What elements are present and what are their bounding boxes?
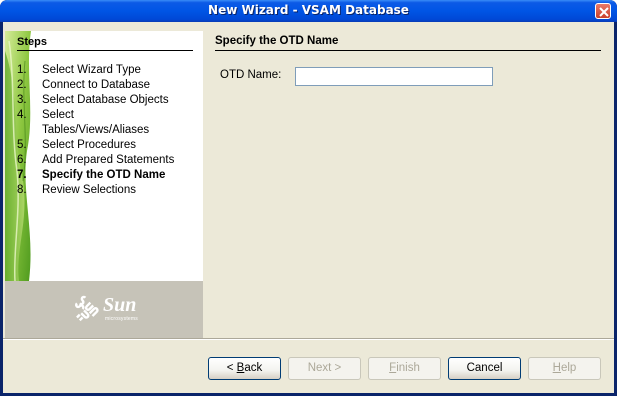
step-number: 6. <box>17 154 27 166</box>
sun-logo-subtext: microsystems <box>105 316 138 322</box>
button-separator <box>3 338 614 340</box>
close-icon <box>599 7 609 17</box>
close-button[interactable] <box>595 3 611 19</box>
next-button[interactable]: Next > <box>288 357 361 380</box>
step-label: Add Prepared Statements <box>42 154 175 166</box>
cancel-button[interactable]: Cancel <box>448 357 521 380</box>
step-number: 2. <box>17 79 27 91</box>
step-label: Review Selections <box>42 184 136 196</box>
back-rest: ack <box>244 362 263 374</box>
steps-panel: Steps 1. Select Wizard Type 2. Connect t… <box>5 31 203 338</box>
step-label: Select Tables/Views/Aliases <box>42 109 150 136</box>
step-item: 8. Review Selections <box>17 183 197 198</box>
back-button[interactable]: < Back <box>208 357 281 380</box>
step-number: 1. <box>17 64 27 76</box>
otd-name-label: OTD Name: <box>220 69 282 81</box>
steps-list: 1. Select Wizard Type 2. Connect to Data… <box>17 63 197 198</box>
window-title: New Wizard - VSAM Database <box>208 3 409 17</box>
step-number: 8. <box>17 184 27 196</box>
sun-logo-icon <box>75 295 99 322</box>
wizard-window: New Wizard - VSAM Database Steps 1. Sele… <box>0 0 617 396</box>
step-number: 5. <box>17 139 27 151</box>
step-number: 7. <box>17 169 27 181</box>
sun-logo-word: Sun <box>103 294 137 316</box>
finish-rest: inish <box>396 362 420 374</box>
page-title: Specify the OTD Name <box>215 35 339 47</box>
step-number: 3. <box>17 94 27 106</box>
step-item: 5. Select Procedures <box>17 138 197 153</box>
step-item: 1. Select Wizard Type <box>17 63 197 78</box>
help-button[interactable]: Help <box>528 357 601 380</box>
page-title-divider <box>215 50 601 51</box>
step-label: Connect to Database <box>42 79 151 91</box>
step-item: 6. Add Prepared Statements <box>17 153 197 168</box>
dialog-body: Steps 1. Select Wizard Type 2. Connect t… <box>3 22 614 393</box>
help-mnemonic: H <box>552 362 561 374</box>
steps-divider <box>17 50 193 51</box>
step-item-current: 7. Specify the OTD Name <box>17 168 197 183</box>
step-label: Select Wizard Type <box>42 64 141 76</box>
step-label: Select Procedures <box>42 139 136 151</box>
sun-logo: Sun microsystems <box>69 293 149 325</box>
step-label: Specify the OTD Name <box>42 169 166 181</box>
help-rest: elp <box>560 362 577 374</box>
finish-button[interactable]: Finish <box>368 357 441 380</box>
step-item: 4. Select Tables/Views/Aliases <box>17 108 197 138</box>
step-item: 2. Connect to Database <box>17 78 197 93</box>
back-prefix: < <box>226 362 237 374</box>
otd-name-input[interactable] <box>295 67 493 86</box>
step-item: 3. Select Database Objects <box>17 93 197 108</box>
steps-heading: Steps <box>17 36 47 48</box>
step-label: Select Database Objects <box>42 94 169 106</box>
title-bar[interactable]: New Wizard - VSAM Database <box>0 0 617 22</box>
logo-area: Sun microsystems <box>5 281 203 338</box>
step-number: 4. <box>17 109 27 121</box>
